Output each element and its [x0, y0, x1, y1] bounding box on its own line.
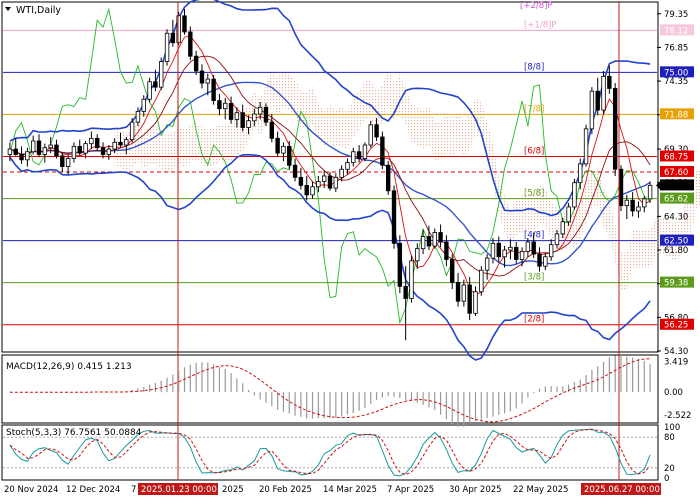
stoch-tick-label: 20 — [664, 464, 675, 474]
murrey-label: [6/8] — [524, 146, 544, 156]
candle — [188, 26, 193, 61]
murrey-label: [2/8] — [524, 315, 544, 325]
svg-text:71.88: 71.88 — [664, 110, 688, 120]
price-tick-label: 74.35 — [664, 77, 688, 87]
svg-text:67.60: 67.60 — [664, 168, 688, 178]
price-tick-label: 64.30 — [664, 212, 688, 222]
current-price-badge — [656, 179, 694, 191]
price-badge: 75.00 — [660, 66, 694, 78]
symbol-label: WTI,Daily — [16, 5, 61, 16]
price-badge: 68.75 — [660, 150, 694, 162]
candle — [176, 11, 181, 46]
price-badge: 67.60 — [660, 165, 694, 178]
candle — [612, 83, 618, 176]
time-label: 20 Feb 2025 — [259, 485, 312, 495]
candle — [601, 70, 606, 115]
time-label: 14 Mar 2025 — [323, 485, 377, 495]
svg-text:62.50: 62.50 — [664, 237, 688, 247]
time-label: 7 Apr 2025 — [387, 485, 434, 495]
svg-text:65.62: 65.62 — [664, 195, 688, 205]
murrey-label: [+2/8]P — [520, 1, 553, 11]
stoch-tick-label: 0 — [664, 474, 669, 484]
chart: [+2/8]P[+1/8]P[8/8][7/8][6/8][5/8][4/8][… — [0, 0, 700, 500]
candle — [368, 120, 373, 148]
price-tick-label: 76.85 — [664, 43, 688, 53]
svg-text:68.75: 68.75 — [664, 152, 688, 162]
svg-text:2025.01.23 00:00: 2025.01.23 00:00 — [141, 485, 217, 495]
time-label: 22 May 2025 — [513, 485, 568, 495]
time-axis: 20 Nov 202412 Dec 20247 Jan 2025202520 F… — [4, 483, 661, 495]
price-tick-label: 79.35 — [664, 10, 688, 20]
candle — [479, 266, 484, 296]
price-badge: 62.50 — [660, 234, 694, 247]
candle — [362, 142, 368, 162]
time-label: 30 Apr 2025 — [449, 485, 502, 495]
candle — [572, 178, 577, 210]
price-badge: 71.88 — [660, 108, 694, 120]
stoch-tick-label: 100 — [664, 423, 680, 433]
svg-text:59.38: 59.38 — [664, 279, 688, 289]
stoch-tick-label: 80 — [664, 433, 675, 443]
macd-label: MACD(12,26,9) 0.415 1.213 — [6, 362, 132, 372]
murrey-label: [5/8] — [524, 189, 544, 199]
svg-text:78.12: 78.12 — [664, 26, 688, 36]
price-badge: 65.62 — [660, 192, 694, 205]
svg-text:75.00: 75.00 — [664, 68, 688, 78]
murrey-label: [8/8] — [524, 62, 544, 72]
candle — [164, 29, 170, 66]
time-label: 20 Nov 2024 — [4, 485, 58, 495]
candle — [211, 75, 216, 105]
macd-tick-label: -2.522 — [664, 411, 691, 421]
price-badge: 78.12 — [660, 24, 694, 36]
time-highlight-label: 2025.06.27 00:00 — [581, 483, 661, 495]
candle — [380, 131, 385, 170]
stoch-label: Stoch(5,3,3) 76.7561 50.0884 — [6, 428, 142, 438]
macd-tick-label: 3.419 — [664, 357, 688, 367]
candle — [397, 235, 403, 294]
candle — [159, 57, 164, 90]
candle — [583, 124, 589, 167]
candle — [385, 161, 391, 195]
macd-tick-label: 0.00 — [664, 388, 683, 398]
time-label: 12 Dec 2024 — [66, 485, 120, 495]
murrey-label: [3/8] — [524, 273, 544, 283]
candle — [391, 185, 397, 249]
price-tick-label: 54.30 — [664, 347, 688, 357]
price-badge: 59.38 — [660, 276, 694, 289]
time-highlight-label: 2025.01.23 00:00 — [138, 483, 218, 495]
candle — [618, 165, 624, 211]
svg-text:2025.06.27 00:00: 2025.06.27 00:00 — [584, 485, 660, 495]
murrey-label: [+1/8]P — [524, 20, 557, 30]
candle — [589, 87, 595, 135]
price-badge: 56.25 — [660, 318, 694, 331]
price-tick-label: 61.80 — [664, 246, 688, 256]
candle — [409, 255, 414, 303]
svg-text:56.25: 56.25 — [664, 321, 688, 331]
time-label: 2025 — [222, 485, 244, 495]
